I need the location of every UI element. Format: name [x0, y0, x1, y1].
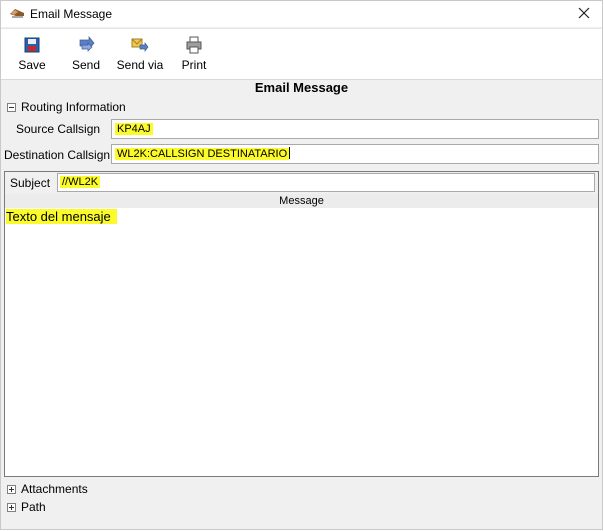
path-section[interactable]: Path [7, 499, 46, 515]
message-body-textarea[interactable]: Texto del mensaje [5, 208, 598, 476]
source-callsign-value: KP4AJ [115, 123, 153, 135]
send-label: Send [71, 58, 101, 72]
form-title: Email Message [254, 80, 349, 95]
text-cursor [289, 147, 291, 159]
send-via-label: Send via [116, 58, 164, 72]
email-message-window: Email Message Save Send Send via Print E… [0, 0, 603, 530]
subject-value: //WL2K [60, 176, 101, 188]
expand-icon[interactable] [7, 484, 16, 494]
send-icon [79, 36, 95, 52]
destination-callsign-value: WL2K:CALLSIGN DESTINATARIO [115, 148, 290, 160]
subject-row: Subject //WL2K [5, 172, 598, 194]
message-text: Texto del mensaje [6, 209, 117, 224]
send-button[interactable]: Send [67, 31, 105, 75]
collapse-icon[interactable] [7, 102, 16, 112]
destination-callsign-input[interactable]: WL2K:CALLSIGN DESTINATARIO [111, 144, 599, 164]
attachments-label: Attachments [21, 482, 88, 496]
subject-input[interactable]: //WL2K [57, 173, 595, 192]
message-text-value: Texto del mensaje [6, 209, 117, 224]
source-callsign-label: Source Callsign [16, 122, 101, 136]
close-icon[interactable] [576, 4, 592, 22]
subject-label: Subject [10, 176, 51, 190]
send-via-button[interactable]: Send via [115, 31, 165, 75]
source-callsign-input[interactable]: KP4AJ [111, 119, 599, 139]
print-button[interactable]: Print [177, 31, 211, 75]
save-icon [24, 37, 40, 53]
attachments-section[interactable]: Attachments [7, 481, 88, 497]
print-label: Print [181, 58, 207, 72]
window-title: Email Message [30, 7, 113, 21]
send-via-icon [131, 38, 149, 53]
expand-icon[interactable] [7, 502, 16, 512]
winlink-app-icon [10, 9, 24, 18]
path-label: Path [21, 500, 46, 514]
routing-information-label: Routing Information [21, 100, 126, 114]
destination-callsign-label: Destination Callsign [4, 148, 111, 162]
title-bar: Email Message [1, 1, 602, 27]
print-icon [186, 36, 202, 54]
message-header: Message [5, 194, 598, 208]
save-label: Save [18, 58, 46, 72]
toolbar: Save Send Send via Print [1, 28, 602, 80]
save-button[interactable]: Save [13, 31, 51, 75]
routing-information-section[interactable]: Routing Information [7, 99, 126, 115]
message-panel: Subject //WL2K Message Texto del mensaje [4, 171, 599, 477]
